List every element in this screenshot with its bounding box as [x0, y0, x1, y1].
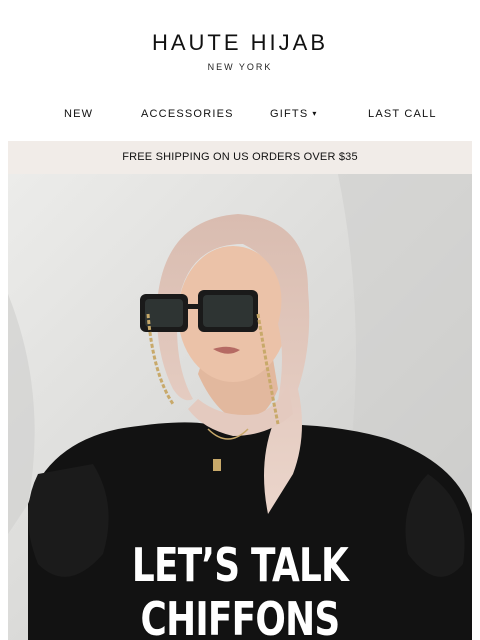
- chevron-down-icon: ▾: [312, 109, 318, 118]
- nav-item-gifts-label: GIFTS: [270, 108, 309, 120]
- hero-image[interactable]: LET’S TALK CHIFFONS: [8, 174, 472, 640]
- brand-location: NEW YORK: [207, 62, 273, 72]
- nav-item-gifts[interactable]: GIFTS ▾: [270, 108, 318, 120]
- nav-item-new[interactable]: NEW: [64, 108, 93, 120]
- promo-banner[interactable]: FREE SHIPPING ON US ORDERS OVER $35: [8, 141, 472, 174]
- brand-logo[interactable]: HAUTE HIJAB: [0, 30, 480, 56]
- promo-text: FREE SHIPPING ON US ORDERS OVER $35: [122, 151, 358, 163]
- nav-item-last-call[interactable]: LAST CALL: [368, 108, 437, 120]
- email-header: HAUTE HIJAB NEW YORK: [0, 0, 480, 100]
- main-nav: NEW ACCESSORIES GIFTS ▾ LAST CALL: [0, 108, 480, 130]
- nav-item-accessories[interactable]: ACCESSORIES: [141, 108, 234, 120]
- hero-title: LET’S TALK CHIFFONS: [131, 538, 349, 640]
